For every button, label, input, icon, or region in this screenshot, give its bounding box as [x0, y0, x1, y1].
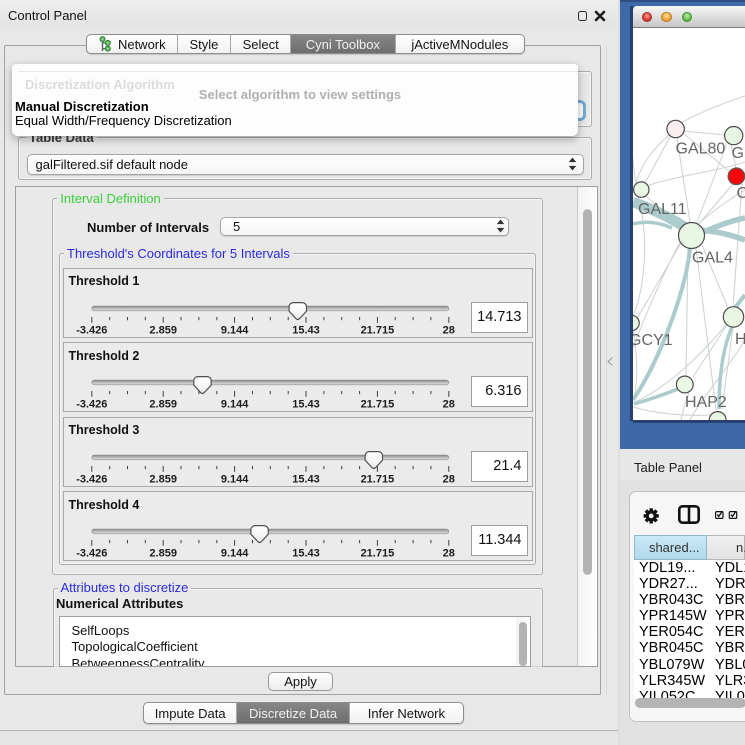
svg-text:-3.426: -3.426	[76, 324, 107, 336]
svg-text:GAL11: GAL11	[638, 201, 687, 218]
svg-text:-3.426: -3.426	[76, 548, 107, 560]
svg-text:2.859: 2.859	[149, 473, 177, 485]
svg-text:21.715: 21.715	[360, 399, 394, 411]
svg-text:28: 28	[442, 473, 454, 485]
svg-text:28: 28	[442, 324, 454, 336]
svg-text:21.715: 21.715	[360, 324, 394, 336]
svg-text:28: 28	[442, 399, 454, 411]
svg-text:G.: G.	[732, 145, 745, 162]
svg-text:-3.426: -3.426	[76, 399, 107, 411]
svg-text:2.859: 2.859	[149, 399, 177, 411]
svg-text:9.144: 9.144	[220, 324, 248, 336]
svg-text:GCY1: GCY1	[633, 332, 673, 349]
svg-text:9.144: 9.144	[220, 473, 248, 485]
svg-text:9.144: 9.144	[220, 548, 248, 560]
svg-text:GAL80: GAL80	[676, 141, 726, 158]
svg-text:15.43: 15.43	[292, 399, 320, 411]
svg-text:9.144: 9.144	[220, 399, 248, 411]
svg-text:28: 28	[442, 548, 454, 560]
svg-text:15.43: 15.43	[292, 324, 320, 336]
svg-text:15.43: 15.43	[292, 473, 320, 485]
svg-text:21.715: 21.715	[360, 473, 394, 485]
svg-text:-3.426: -3.426	[76, 473, 107, 485]
svg-text:C: C	[737, 185, 745, 202]
svg-text:2.859: 2.859	[149, 548, 177, 560]
svg-text:GAL4: GAL4	[692, 250, 733, 267]
svg-text:21.715: 21.715	[360, 548, 394, 560]
svg-text:H: H	[735, 331, 745, 348]
svg-text:2.859: 2.859	[149, 324, 177, 336]
svg-text:15.43: 15.43	[292, 548, 320, 560]
svg-text:HAP2: HAP2	[685, 394, 727, 411]
